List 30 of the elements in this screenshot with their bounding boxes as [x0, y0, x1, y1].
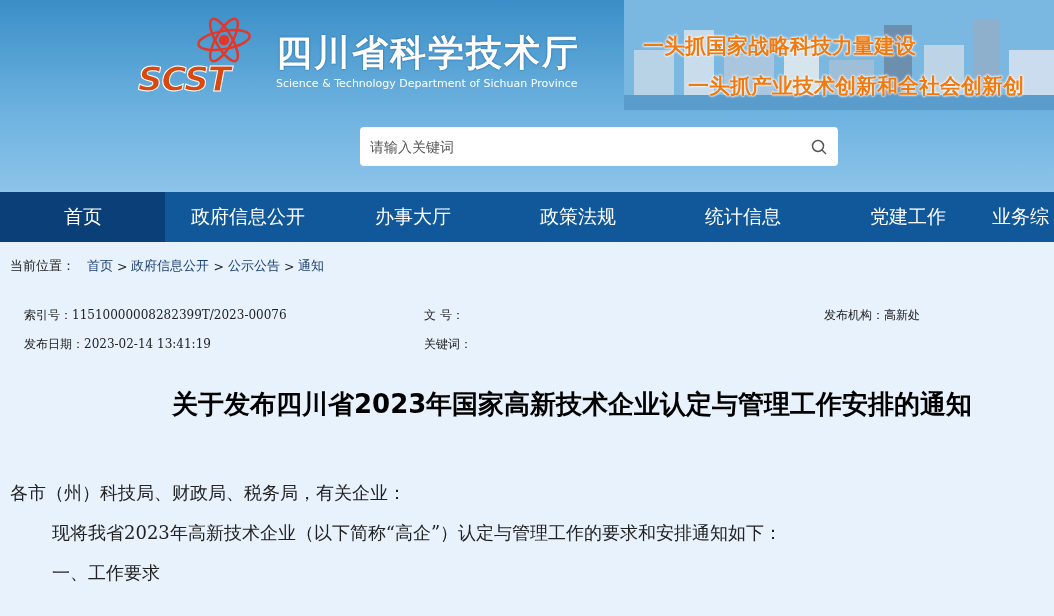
nav-tab[interactable]: 政府信息公开	[165, 192, 330, 242]
nav-tab[interactable]: 业务综	[990, 192, 1049, 242]
paragraph: 现将我省2023年高新技术企业（以下简称“高企”）认定与管理工作的要求和安排通知如下：	[51, 522, 784, 544]
breadcrumb-link[interactable]: 政府信息公开	[131, 258, 210, 275]
meta-field: 文 号：	[424, 307, 824, 324]
article-title: 关于发布四川省2023年国家高新技术企业认定与管理工作安排的通知	[172, 388, 974, 421]
nav-tab[interactable]: 政策法规	[495, 192, 660, 242]
nav-tab[interactable]: 办事大厅	[330, 192, 495, 242]
paragraph: 各市（州）科技局、财政局、税务局，有关企业：	[10, 482, 407, 504]
slogan: 一头抓产业技术创新和全社会创新创	[688, 73, 1024, 100]
search-field[interactable]: 请输入关键词	[360, 127, 838, 166]
breadcrumb-separator: >	[283, 259, 295, 274]
breadcrumb-separator: >	[213, 259, 224, 274]
breadcrumb-link[interactable]: 通知	[298, 258, 325, 275]
breadcrumb-label: 当前位置：	[10, 258, 75, 275]
breadcrumb-link[interactable]: 首页	[87, 258, 113, 275]
breadcrumb-link[interactable]: 公示公告	[227, 258, 280, 275]
nav-tab[interactable]: 统计信息	[660, 192, 825, 242]
meta-field: 关键词：	[424, 336, 824, 353]
paragraph: 一、工作要求	[51, 562, 161, 584]
slogan: 一头抓国家战略科技力量建设	[643, 33, 916, 60]
site-subtitle: Science & Technology Department of Sichuan Province	[276, 77, 579, 90]
meta-field: 发布日期：2023-02-14 13:41:19	[24, 336, 424, 353]
meta-field: 发布机构：高新处	[824, 307, 1024, 324]
meta-field: 索引号：11510000008282399T/2023-00076	[24, 307, 424, 324]
search-icon[interactable]	[811, 139, 827, 155]
site-title: 四川省科学技术厅	[276, 33, 580, 73]
breadcrumb-separator: >	[117, 259, 128, 274]
nav-tab[interactable]: 党建工作	[825, 192, 990, 242]
nav-tab[interactable]: 首页	[0, 192, 165, 242]
